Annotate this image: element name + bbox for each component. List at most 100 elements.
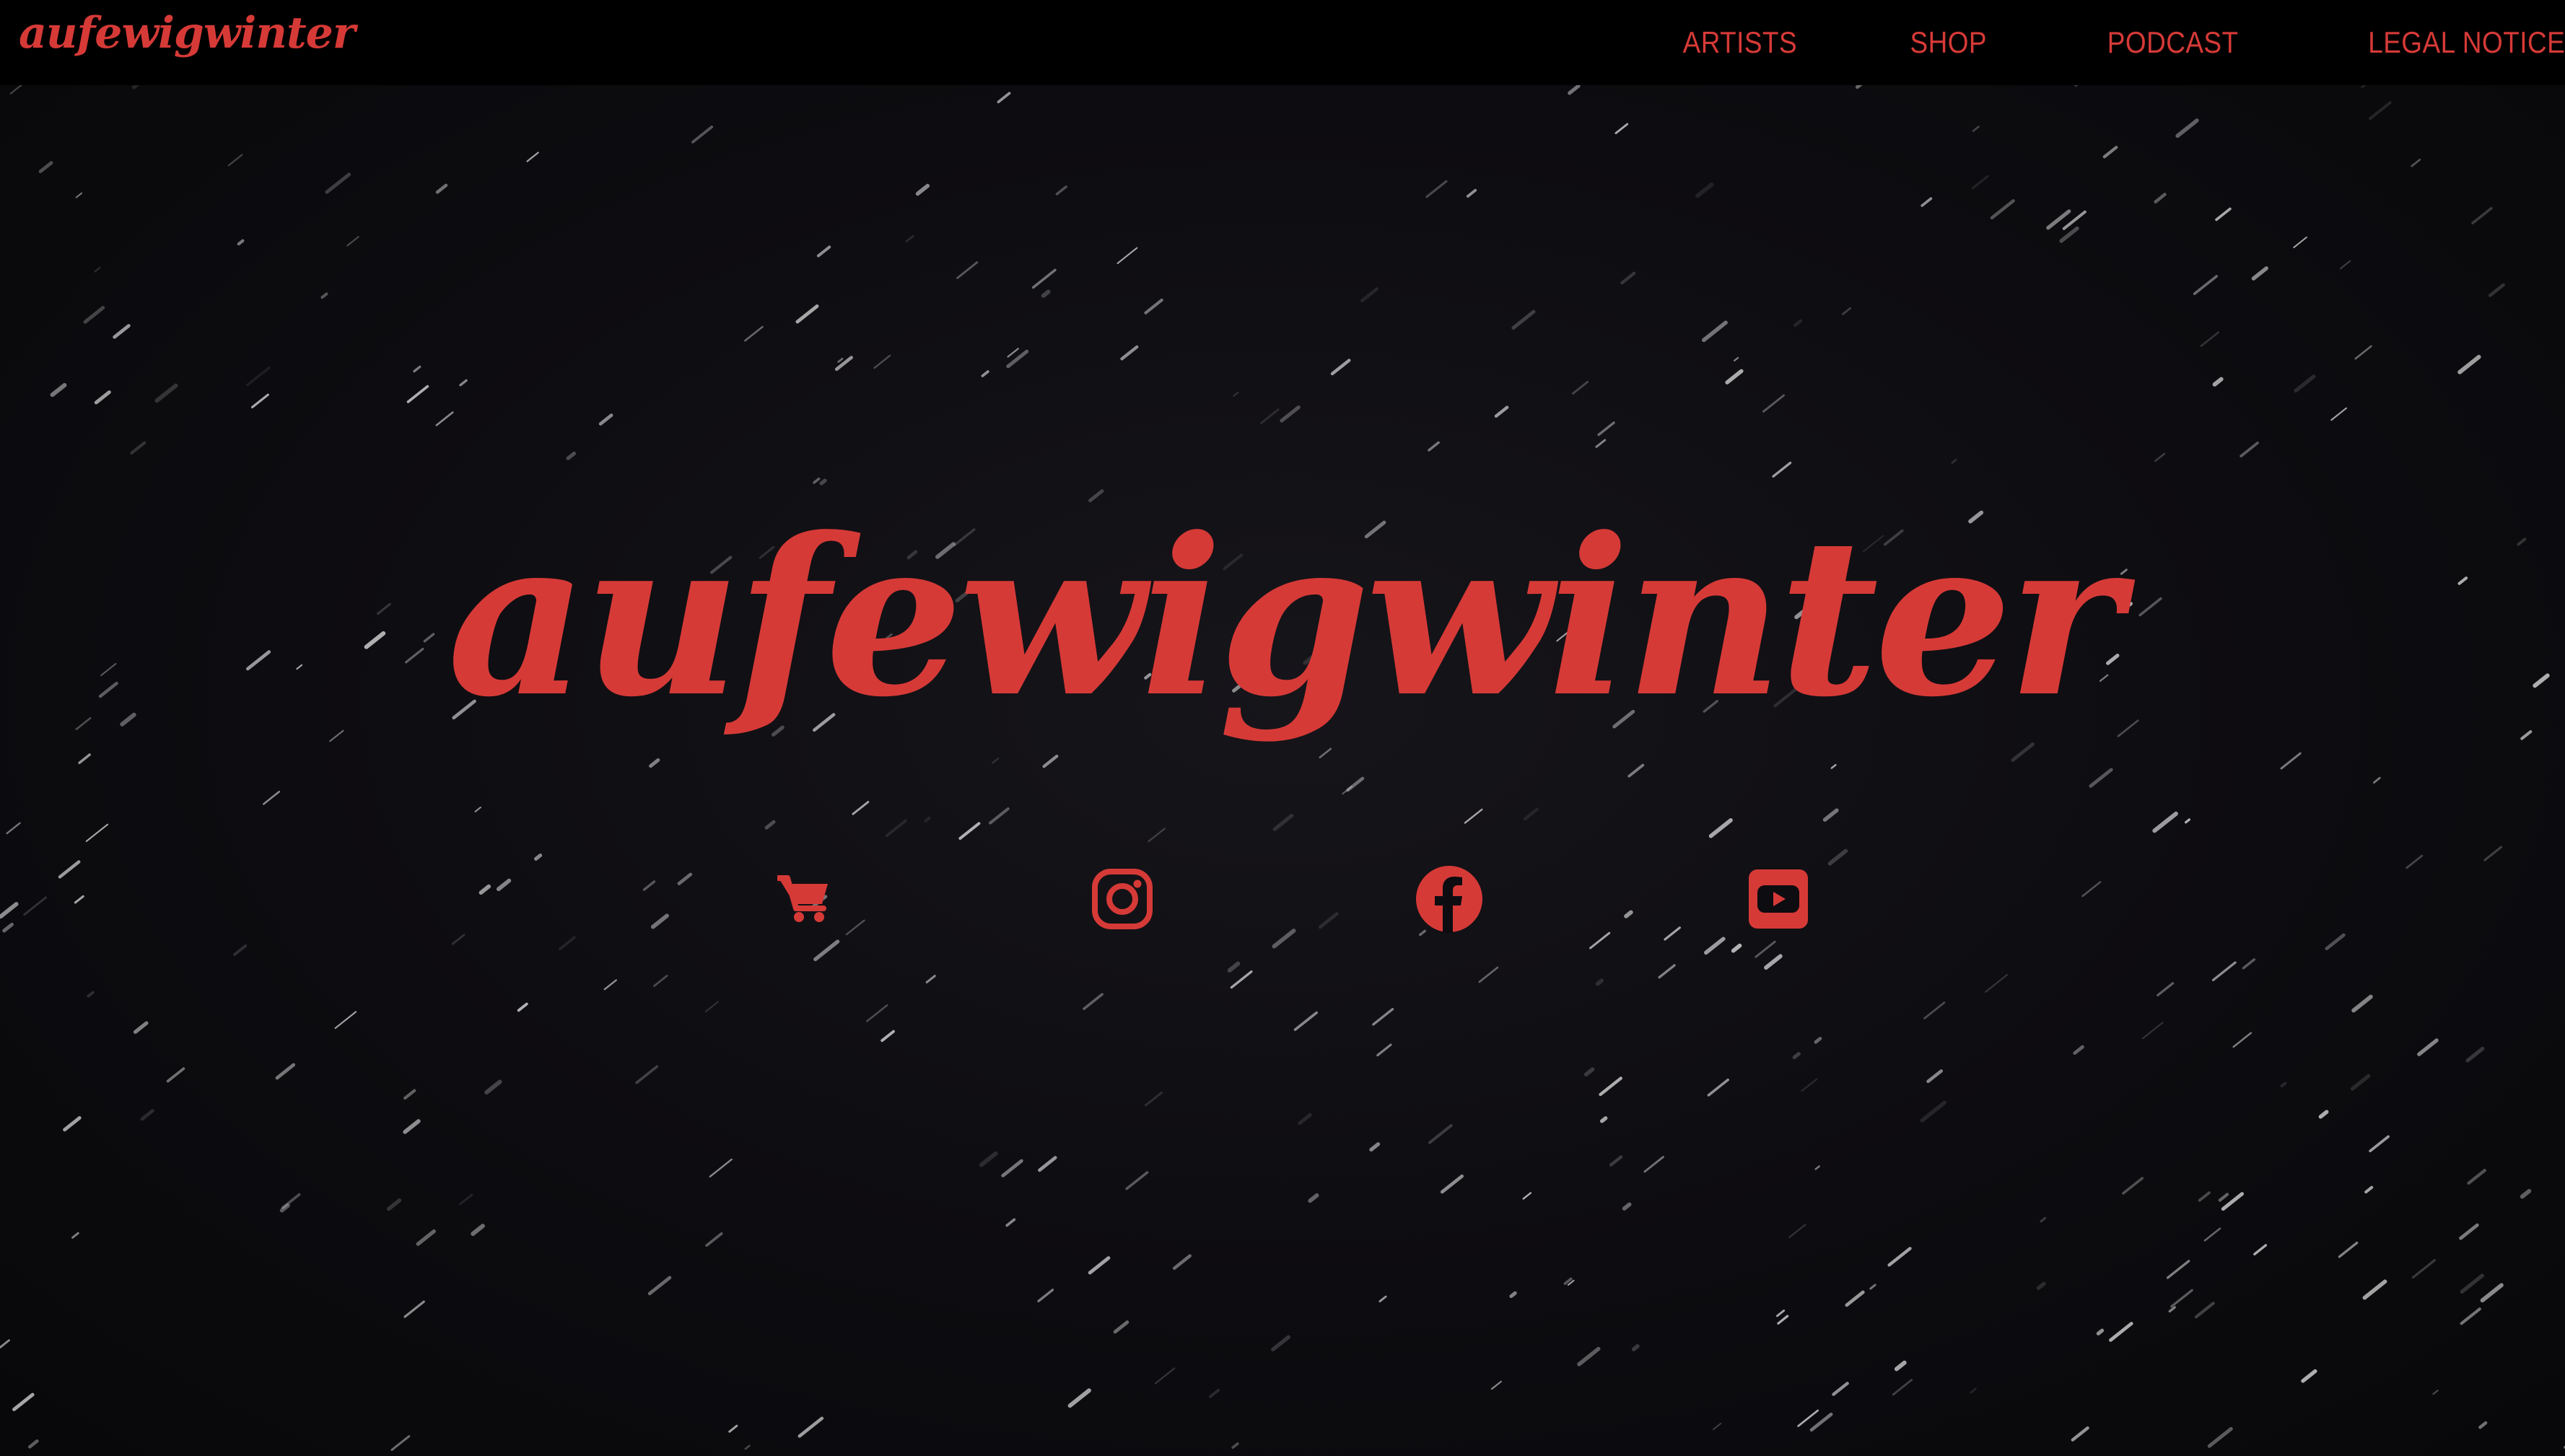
instagram-link[interactable] <box>1086 863 1158 935</box>
snowflake-streak <box>1725 369 1744 385</box>
nav-shop-link[interactable]: SHOP <box>1910 25 1988 60</box>
snowflake-streak <box>1990 199 2015 220</box>
snowflake-streak <box>94 390 111 405</box>
snowflake-streak <box>2242 958 2256 970</box>
snowflake-streak <box>471 1224 485 1236</box>
snowflake-streak <box>275 1063 296 1080</box>
snowflake-streak <box>1428 1124 1453 1144</box>
snowflake-streak <box>744 325 764 342</box>
snowflake-streak <box>2157 982 2175 996</box>
snowflake-streak <box>1822 808 1839 822</box>
snowflake-streak <box>2198 1191 2211 1202</box>
snowflake-streak <box>2372 776 2381 784</box>
snowflake-streak <box>1814 1165 1820 1170</box>
snowflake-streak <box>1704 937 1726 955</box>
snowflake-streak <box>852 801 870 815</box>
snowflake-streak <box>2184 818 2191 824</box>
snowflake-streak <box>1921 197 1933 207</box>
snowflake-streak <box>2488 283 2505 297</box>
snowflake-streak <box>1708 818 1733 838</box>
snowflake-streak <box>2211 961 2237 981</box>
snowflake-streak <box>1230 970 1253 989</box>
snowflake-streak <box>2122 1177 2144 1195</box>
snowflake-streak <box>1887 1247 1912 1267</box>
snowflake-streak <box>406 385 429 403</box>
snowflake-streak <box>1041 289 1051 298</box>
snowflake-streak <box>2154 452 2166 462</box>
snowflake-streak <box>0 1339 10 1348</box>
snowflake-streak <box>2193 275 2218 295</box>
snowflake-streak <box>1595 439 1607 448</box>
snowflake-streak <box>263 791 281 805</box>
snowflake-streak <box>2166 1260 2190 1279</box>
snowflake-streak <box>2059 226 2079 243</box>
snowflake-streak <box>1599 1076 1622 1097</box>
snowflake-streak <box>2200 331 2219 347</box>
snowflake-streak <box>1233 391 1239 397</box>
snowflake-streak <box>2152 811 2178 833</box>
snowflake-streak <box>246 367 271 387</box>
snowflake-streak <box>140 1109 154 1121</box>
snowflake-streak <box>131 85 140 89</box>
instagram-icon <box>1092 869 1153 929</box>
snowflake-streak <box>329 729 344 742</box>
snowflake-streak <box>2318 1110 2329 1119</box>
snowflake-streak <box>6 822 21 835</box>
snowflake-streak <box>2141 1022 2164 1040</box>
snowflake-streak <box>924 816 931 823</box>
snowflake-streak <box>1464 808 1483 824</box>
snowfall-background <box>0 85 2565 1451</box>
shop-cart-link[interactable] <box>768 863 840 935</box>
snowflake-streak <box>1144 298 1163 315</box>
snowflake-streak <box>1970 1387 1977 1394</box>
snowflake-streak <box>1425 180 1448 198</box>
snowflake-streak <box>1148 828 1166 843</box>
snowflake-streak <box>2432 1390 2439 1395</box>
snowflake-streak <box>2417 1038 2439 1056</box>
snowflake-streak <box>1764 954 1783 970</box>
snowflake-streak <box>1428 441 1440 452</box>
snowflake-streak <box>435 183 448 194</box>
snowflake-streak <box>2483 846 2503 861</box>
snowflake-streak <box>1038 1156 1057 1172</box>
snowflake-streak <box>764 820 776 830</box>
snowflake-streak <box>2325 933 2346 951</box>
snowflake-streak <box>517 1002 528 1012</box>
snowflake-streak <box>2480 1283 2504 1303</box>
snowflake-streak <box>1272 813 1294 831</box>
snowflake-streak <box>130 441 147 455</box>
snowflake-streak <box>526 152 539 162</box>
snowflake-streak <box>1855 85 1863 89</box>
snowflake-streak <box>75 192 83 198</box>
snowflake-streak <box>1627 763 1645 778</box>
snowflake-streak <box>474 806 481 812</box>
nav-artists-link[interactable]: ARTISTS <box>1683 25 1797 60</box>
snowflake-streak <box>992 758 1000 764</box>
snowflake-streak <box>1597 421 1615 437</box>
snowflake-streak <box>63 1115 82 1132</box>
youtube-link[interactable] <box>1742 863 1814 935</box>
snowflake-streak <box>1117 247 1138 264</box>
nav-podcast-link[interactable]: PODCAST <box>2107 25 2239 60</box>
snowflake-streak <box>113 324 131 339</box>
snowflake-streak <box>334 1011 357 1030</box>
snowflake-streak <box>2096 1328 2105 1336</box>
snowflake-streak <box>1793 319 1803 328</box>
snowflake-streak <box>819 478 827 486</box>
snowflake-streak <box>925 975 936 983</box>
social-links <box>0 863 2565 935</box>
snowflake-streak <box>981 370 989 377</box>
facebook-link[interactable] <box>1413 863 1485 935</box>
snowflake-streak <box>1145 1091 1163 1107</box>
snowflake-streak <box>237 239 245 246</box>
snowflake-streak <box>1845 1290 1865 1307</box>
snowflake-streak <box>1172 1254 1192 1270</box>
nav-legal-notice-link[interactable]: LEGAL NOTICE <box>2368 25 2565 60</box>
snowflake-streak <box>2089 768 2113 788</box>
snowflake-streak <box>1007 348 1019 358</box>
snowflake-streak <box>416 1229 436 1246</box>
snowflake-streak <box>387 1198 402 1211</box>
brand-logo-link[interactable]: aufewigwinter <box>19 12 355 55</box>
snowflake-streak <box>1589 931 1611 950</box>
youtube-icon <box>1749 869 1808 929</box>
